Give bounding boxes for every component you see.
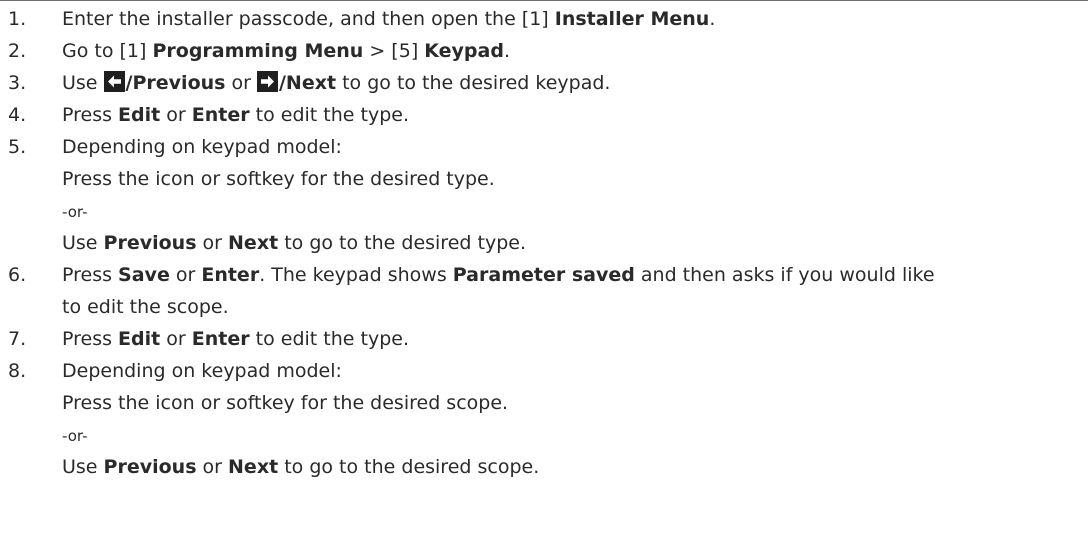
bold-term: Enter <box>201 264 260 286</box>
bold-term: /Previous <box>125 72 226 94</box>
step-text: Press the icon or softkey for the desire… <box>62 168 495 190</box>
step-text-line: Press Edit or Enter to edit the type. <box>62 99 1088 131</box>
list-item: 8. Depending on keypad model: Press the ic… <box>0 355 1088 483</box>
bold-term: Edit <box>118 328 161 350</box>
step-text: to edit the scope. <box>62 296 229 318</box>
bold-term: Next <box>228 232 279 254</box>
step-text: Use <box>62 456 104 478</box>
step-text: and then asks if you would like <box>634 264 935 286</box>
list-item: 5. Depending on keypad model: Press the ic… <box>0 131 1088 259</box>
step-text: . <box>503 40 510 62</box>
numbered-steps-list: 1. Enter the installer passcode, and then… <box>0 3 1088 483</box>
step-text: Use <box>62 232 104 254</box>
list-item: 4. Press Edit or Enter to edit the type. <box>0 99 1088 131</box>
step-text: Go to [1] <box>62 40 153 62</box>
step-text: or <box>196 456 229 478</box>
step-text: Press <box>62 264 119 286</box>
step-text-line: to edit the scope. <box>62 291 1088 323</box>
list-item: 1. Enter the installer passcode, and then… <box>0 3 1088 35</box>
right-arrow-key-icon <box>256 71 278 92</box>
step-number: 6. <box>8 264 27 286</box>
step-text: or <box>225 72 257 94</box>
step-text-line: Go to [1] Programming Menu > [5] Keypad. <box>62 35 1088 67</box>
step-text-line: Use Previous or Next to go to the desire… <box>62 451 1088 483</box>
bold-term: Enter <box>191 104 250 126</box>
list-item: 2. Go to [1] Programming Menu > [5] Keypa… <box>0 35 1088 67</box>
step-text: or <box>196 232 229 254</box>
step-text-line: Press the icon or softkey for the desire… <box>62 163 1088 195</box>
top-rule <box>0 0 1088 1</box>
step-text: Depending on keypad model: <box>62 136 342 158</box>
step-text-line: Use Previous or Next to go to the desire… <box>62 227 1088 259</box>
step-text: Enter the installer passcode, and then o… <box>62 8 555 30</box>
step-text: Press <box>62 328 119 350</box>
step-text: to go to the desired type. <box>278 232 526 254</box>
step-text-line: Use /Previous or /Next to go to the desi… <box>62 67 1088 99</box>
bold-term: /Next <box>278 72 337 94</box>
bold-term: Installer Menu <box>554 8 710 30</box>
bold-term: Parameter saved <box>452 264 635 286</box>
list-item: 7. Press Edit or Enter to edit the type. <box>0 323 1088 355</box>
step-text-line: Depending on keypad model: <box>62 355 1088 387</box>
step-text-line: Press Save or Enter. The keypad shows Pa… <box>62 259 1088 291</box>
step-text: or <box>160 104 192 126</box>
bold-term: Previous <box>103 232 197 254</box>
step-number: 2. <box>8 40 27 62</box>
step-text: -or- <box>62 203 88 221</box>
list-item: 6. Press Save or Enter. The keypad shows … <box>0 259 1088 323</box>
bold-term: Edit <box>118 104 161 126</box>
step-number: 5. <box>8 136 27 158</box>
step-text-line: Depending on keypad model: <box>62 131 1088 163</box>
step-text-line: Press Edit or Enter to edit the type. <box>62 323 1088 355</box>
step-text-line: -or- <box>62 419 1088 451</box>
step-number: 7. <box>8 328 27 350</box>
bold-term: Programming Menu <box>152 40 364 62</box>
step-text: to edit the type. <box>249 104 409 126</box>
step-text: Press the icon or softkey for the desire… <box>62 392 509 414</box>
bold-term: Previous <box>103 456 197 478</box>
step-number: 8. <box>8 360 27 382</box>
step-text: > [5] <box>363 40 425 62</box>
bold-term: Save <box>118 264 170 286</box>
step-number: 4. <box>8 104 27 126</box>
step-text: to edit the type. <box>249 328 409 350</box>
list-item: 3. Use /Previous or /Next to go to the de… <box>0 67 1088 99</box>
step-text-line: -or- <box>62 195 1088 227</box>
step-text: -or- <box>62 427 88 445</box>
step-text: Press <box>62 104 119 126</box>
step-text: or <box>169 264 202 286</box>
step-text-line: Enter the installer passcode, and then o… <box>62 3 1088 35</box>
bold-term: Enter <box>191 328 250 350</box>
bold-term: Next <box>228 456 279 478</box>
step-text: or <box>160 328 192 350</box>
step-text: to go to the desired keypad. <box>336 72 611 94</box>
bold-term: Keypad <box>424 40 504 62</box>
left-arrow-key-icon <box>103 71 125 92</box>
step-text: . <box>709 8 716 30</box>
step-number: 1. <box>8 8 27 30</box>
step-text-line: Press the icon or softkey for the desire… <box>62 387 1088 419</box>
step-text: to go to the desired scope. <box>278 456 540 478</box>
step-number: 3. <box>8 72 27 94</box>
step-text: . The keypad shows <box>259 264 453 286</box>
step-text: Depending on keypad model: <box>62 360 342 382</box>
step-text: Use <box>62 72 104 94</box>
